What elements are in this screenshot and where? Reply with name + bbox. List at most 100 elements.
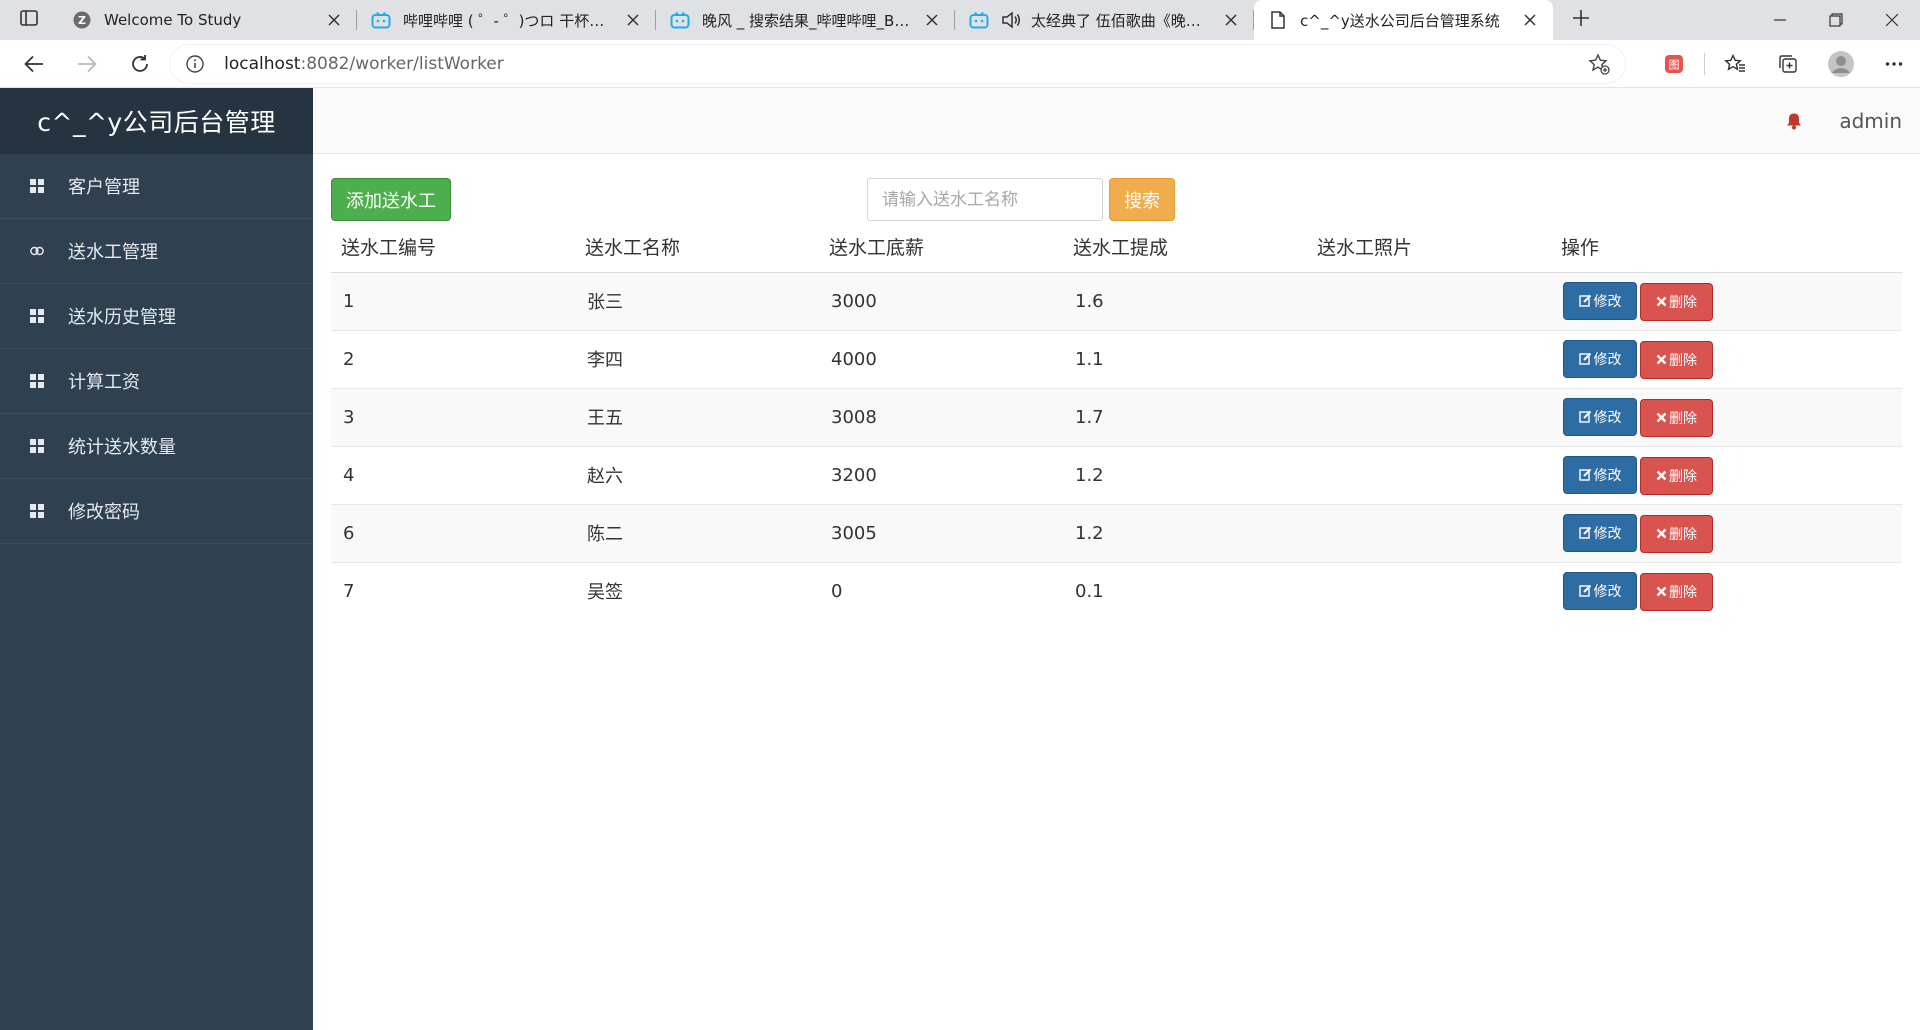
remove-icon: [1656, 528, 1667, 539]
worker-name: 王五: [575, 387, 819, 446]
operation-cell: 修改 删除: [1551, 387, 1902, 446]
delete-button[interactable]: 删除: [1640, 398, 1713, 437]
edit-button[interactable]: 修改: [1563, 571, 1637, 610]
worker-commission: 1.2: [1063, 445, 1307, 504]
sidebar-item-label: 统计送水数量: [68, 437, 176, 458]
search-button[interactable]: 搜索: [1109, 178, 1175, 221]
column-header: 操作: [1551, 222, 1902, 273]
restore-button[interactable]: [1808, 0, 1864, 40]
worker-id: 1: [331, 271, 575, 330]
tab-title: Welcome To Study: [104, 11, 242, 29]
worker-salary: 4000: [819, 329, 1063, 388]
extension-button[interactable]: 图: [1647, 40, 1700, 88]
minimize-button[interactable]: [1752, 0, 1808, 40]
browser-tab[interactable]: 太经典了 伍佰歌曲《晚风》: [955, 0, 1254, 40]
add-favorite-icon[interactable]: [1587, 52, 1611, 76]
worker-salary: 3000: [819, 271, 1063, 330]
bell-icon[interactable]: [1785, 111, 1803, 131]
sidebar-item-workers[interactable]: 送水工管理: [0, 219, 313, 284]
back-button[interactable]: [8, 40, 61, 88]
table-row: 3 王五 3008 1.7 修改 删除: [331, 387, 1902, 446]
worker-photo: [1307, 271, 1551, 330]
bilibili-icon: [969, 10, 989, 30]
add-worker-button[interactable]: 添加送水工: [331, 178, 451, 221]
settings-more-button[interactable]: [1867, 40, 1920, 88]
remove-icon: [1656, 586, 1667, 597]
grid-icon: [30, 504, 44, 518]
close-tab-icon[interactable]: [1220, 9, 1242, 31]
edit-button[interactable]: 修改: [1563, 397, 1637, 436]
browser-tab[interactable]: 晚风 _ 搜索结果_哔哩哔哩_Bilibili: [656, 0, 955, 40]
table-row: 6 陈二 3005 1.2 修改 删除: [331, 503, 1902, 562]
sidebar: c^_^y公司后台管理 客户管理 送水工管理 送水历史管理 计算工资 统计送水数…: [0, 88, 313, 1030]
sidebar-item-label: 计算工资: [68, 372, 140, 393]
browser-tab[interactable]: Z Welcome To Study: [58, 0, 357, 40]
worker-photo: [1307, 561, 1551, 620]
worker-commission: 1.6: [1063, 271, 1307, 330]
edit-label: 修改: [1593, 409, 1622, 426]
delete-button[interactable]: 删除: [1640, 572, 1713, 611]
page-icon: [1268, 10, 1288, 30]
close-tab-icon[interactable]: [1519, 9, 1541, 31]
info-icon[interactable]: [184, 53, 206, 75]
close-tab-icon[interactable]: [921, 9, 943, 31]
link-icon: [30, 244, 44, 258]
edit-icon: [1578, 468, 1592, 481]
edit-button[interactable]: 修改: [1563, 339, 1637, 378]
close-tab-icon[interactable]: [622, 9, 644, 31]
worker-photo: [1307, 503, 1551, 562]
refresh-button[interactable]: [113, 40, 166, 88]
worker-name: 张三: [575, 271, 819, 330]
tab-title: 太经典了 伍佰歌曲《晚风》: [1031, 11, 1212, 30]
worker-name: 李四: [575, 329, 819, 388]
remove-icon: [1656, 412, 1667, 423]
column-header: 送水工提成: [1063, 222, 1307, 273]
close-tab-icon[interactable]: [323, 9, 345, 31]
edit-icon: [1578, 352, 1592, 365]
browser-tab-active[interactable]: c^_^y送水公司后台管理系统: [1254, 0, 1553, 40]
sidebar-item-statistics[interactable]: 统计送水数量: [0, 414, 313, 479]
svg-text:Z: Z: [78, 14, 86, 27]
tab-title: 哔哩哔哩 ( ゜- ゜)つロ 干杯~-bilibili: [403, 11, 614, 30]
delete-button[interactable]: 删除: [1640, 456, 1713, 495]
delete-button[interactable]: 删除: [1640, 340, 1713, 379]
sidebar-item-password[interactable]: 修改密码: [0, 479, 313, 544]
column-header: 送水工底薪: [819, 222, 1063, 273]
tab-actions-button[interactable]: [0, 0, 58, 40]
forward-button[interactable]: [61, 40, 114, 88]
actions-row: 添加送水工 搜索: [331, 178, 1902, 222]
user-name[interactable]: admin: [1839, 109, 1902, 133]
browser-tab[interactable]: 哔哩哔哩 ( ゜- ゜)つロ 干杯~-bilibili: [357, 0, 656, 40]
column-header: 送水工编号: [331, 222, 575, 273]
table-row: 1 张三 3000 1.6 修改 删除: [331, 271, 1902, 330]
delete-button[interactable]: 删除: [1640, 282, 1713, 321]
close-window-button[interactable]: [1864, 0, 1920, 40]
search-input[interactable]: [867, 178, 1103, 221]
sidebar-item-customers[interactable]: 客户管理: [0, 154, 313, 219]
edit-button[interactable]: 修改: [1563, 281, 1637, 320]
column-header: 送水工名称: [575, 222, 819, 273]
table-header-row: 送水工编号 送水工名称 送水工底薪 送水工提成 送水工照片 操作: [331, 222, 1902, 273]
speaker-icon[interactable]: [1001, 10, 1021, 30]
tab-actions-icon: [20, 10, 38, 30]
window-controls: [1752, 0, 1920, 40]
more-dots-icon: [1885, 61, 1902, 66]
sidebar-item-salary[interactable]: 计算工资: [0, 349, 313, 414]
edit-button[interactable]: 修改: [1563, 455, 1637, 494]
collections-button[interactable]: [1762, 40, 1815, 88]
favorites-button[interactable]: [1709, 40, 1762, 88]
edit-button[interactable]: 修改: [1563, 513, 1637, 552]
new-tab-button[interactable]: [1559, 0, 1603, 40]
address-bar[interactable]: localhost:8082/worker/listWorker: [170, 44, 1626, 83]
favorites-icon: [1724, 53, 1746, 72]
top-bar: admin: [313, 88, 1920, 154]
table-row: 2 李四 4000 1.1 修改 删除: [331, 329, 1902, 388]
delete-label: 删除: [1669, 468, 1697, 485]
sidebar-item-history[interactable]: 送水历史管理: [0, 284, 313, 349]
profile-button[interactable]: [1815, 40, 1868, 88]
delete-button[interactable]: 删除: [1640, 514, 1713, 553]
extension-icon: 图: [1664, 54, 1683, 73]
edit-icon: [1578, 584, 1592, 597]
worker-photo: [1307, 445, 1551, 504]
sidebar-item-label: 修改密码: [68, 502, 140, 523]
